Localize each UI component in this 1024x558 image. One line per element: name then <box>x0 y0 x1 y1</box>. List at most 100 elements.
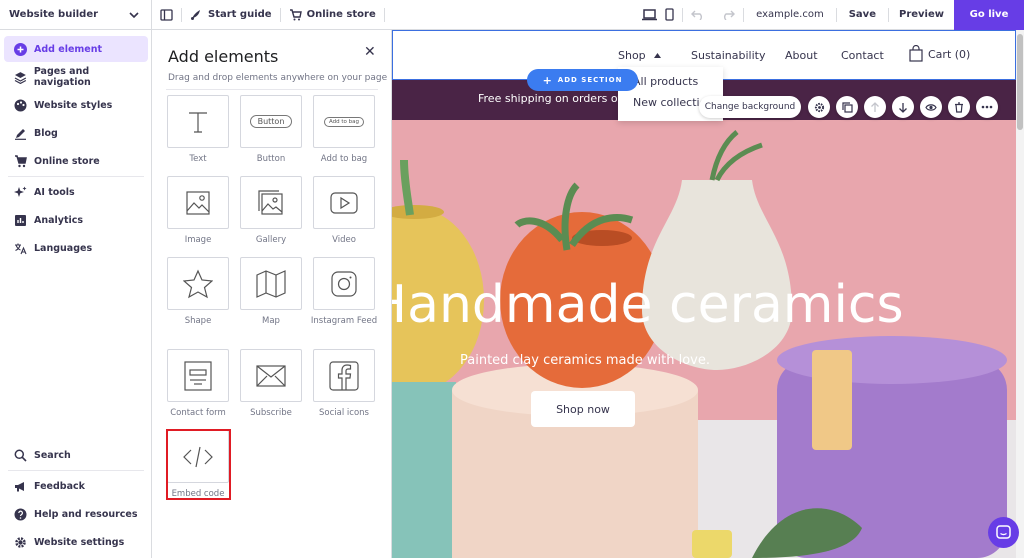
shop-now-button[interactable]: Shop now <box>531 391 635 427</box>
topbar-right: example.com Save Preview Go live <box>634 0 1024 30</box>
chat-icon <box>996 525 1011 539</box>
map-icon <box>256 269 286 298</box>
sidebar-item-website-styles[interactable]: Website styles <box>4 92 148 118</box>
hero-subtitle[interactable]: Painted clay ceramics made with love. <box>460 353 710 368</box>
element-label: Instagram Feed <box>310 316 378 326</box>
sparkle-icon <box>14 186 27 197</box>
domain-label[interactable]: example.com <box>744 0 836 30</box>
chat-support-button[interactable] <box>988 517 1019 548</box>
nav-sustainability[interactable]: Sustainability <box>691 49 765 62</box>
close-icon[interactable]: ✕ <box>364 44 376 60</box>
element-tile-gallery[interactable] <box>240 176 302 229</box>
section-settings-button[interactable] <box>808 96 830 118</box>
element-tile-social-icons[interactable] <box>313 349 375 402</box>
sidebar-item-label: Search <box>34 449 71 461</box>
sidebar-item-settings[interactable]: Website settings <box>4 529 148 555</box>
pen-icon <box>15 128 26 140</box>
star-icon <box>183 269 213 298</box>
preview-button[interactable]: Preview <box>889 0 954 30</box>
text-icon <box>189 111 207 133</box>
trash-icon <box>955 101 963 113</box>
chevron-down-icon <box>129 11 139 18</box>
add-section-label: ADD SECTION <box>557 76 623 84</box>
layers-icon <box>14 71 27 84</box>
sidebar-item-label: AI tools <box>34 186 75 198</box>
sidebar-item-online-store[interactable]: Online store <box>4 148 148 174</box>
desktop-icon <box>642 8 658 20</box>
element-tile-text[interactable] <box>167 95 229 148</box>
start-guide-button[interactable]: Start guide <box>182 0 280 30</box>
more-options-button[interactable] <box>976 96 998 118</box>
add-section-button[interactable]: + ADD SECTION <box>527 69 638 91</box>
element-tile-image[interactable] <box>167 176 229 229</box>
gallery-icon <box>258 189 283 215</box>
sidebar-item-help[interactable]: Help and resources <box>4 501 148 527</box>
move-down-button[interactable] <box>892 96 914 118</box>
plus-circle-icon <box>14 42 27 56</box>
embed-code-highlight <box>166 429 231 500</box>
move-up-button[interactable] <box>864 96 886 118</box>
gear-icon <box>814 102 824 112</box>
redo-button[interactable] <box>713 0 743 30</box>
sidebar-item-feedback[interactable]: Feedback <box>4 473 148 499</box>
nav-cart[interactable]: Cart (0) <box>928 48 970 61</box>
element-label: Video <box>332 235 356 245</box>
delete-section-button[interactable] <box>948 96 970 118</box>
element-tile-video[interactable] <box>313 176 375 229</box>
arrow-up-icon <box>871 101 879 112</box>
redo-icon <box>724 10 736 20</box>
element-tile-instagram[interactable] <box>313 257 375 310</box>
hero-title[interactable]: Handmade ceramics <box>392 275 904 335</box>
canvas-scrollbar[interactable] <box>1016 30 1024 558</box>
online-store-button[interactable]: Online store <box>281 0 384 30</box>
sidebar-item-search[interactable]: Search <box>4 442 148 468</box>
online-store-label: Online store <box>306 9 376 20</box>
sidebar-item-label: Analytics <box>34 214 84 226</box>
dropdown-item-all-products[interactable]: All products <box>633 75 718 88</box>
nav-shop[interactable]: Shop <box>618 49 646 62</box>
element-tile-contact-form[interactable] <box>167 349 229 402</box>
toggle-sidebar-button[interactable] <box>152 0 181 30</box>
sidebar-item-label: Blog <box>34 127 58 139</box>
nav-about[interactable]: About <box>785 49 818 62</box>
sidebar-item-blog[interactable]: Blog <box>4 120 148 146</box>
toggle-visibility-button[interactable] <box>920 96 942 118</box>
sidebar-item-pages[interactable]: Pages and navigation <box>4 64 148 90</box>
nav-contact[interactable]: Contact <box>841 49 884 62</box>
sidebar-item-add-element[interactable]: Add element <box>4 36 148 62</box>
sidebar-item-label: Website styles <box>34 99 113 111</box>
rocket-icon <box>191 10 200 20</box>
hero-section[interactable]: Handmade ceramics Painted clay ceramics … <box>392 120 1016 558</box>
mobile-view-button[interactable] <box>665 0 682 30</box>
save-button[interactable]: Save <box>837 0 888 30</box>
undo-button[interactable] <box>683 0 713 30</box>
sidebar-item-label: Online store <box>34 155 100 167</box>
element-label: Gallery <box>255 235 287 245</box>
sidebar-item-analytics[interactable]: Analytics <box>4 207 148 233</box>
element-tile-subscribe[interactable] <box>240 349 302 402</box>
sidebar-item-label: Website settings <box>34 536 125 548</box>
scrollbar-thumb[interactable] <box>1017 34 1023 130</box>
megaphone-icon <box>15 481 24 491</box>
hero-background-image <box>392 120 1016 558</box>
element-tile-map[interactable] <box>240 257 302 310</box>
change-background-button[interactable]: Change background <box>699 96 801 118</box>
element-label: Shape <box>184 316 212 326</box>
shopping-bag-icon <box>909 45 923 62</box>
sidebar-item-label: Feedback <box>34 480 85 492</box>
element-tile-button[interactable]: Button <box>240 95 302 148</box>
sidebar-item-ai-tools[interactable]: AI tools <box>4 179 148 205</box>
element-label: Subscribe <box>250 408 292 418</box>
sidebar-item-languages[interactable]: Languages <box>4 235 148 261</box>
desktop-view-button[interactable] <box>634 0 665 30</box>
element-tile-shape[interactable] <box>167 257 229 310</box>
element-tile-add-to-bag[interactable]: Add to bag <box>313 95 375 148</box>
element-label: Image <box>184 235 212 245</box>
go-live-button[interactable]: Go live <box>954 0 1024 30</box>
top-bar: Website builder Start guide Online store… <box>0 0 1024 30</box>
element-label: Button <box>256 154 286 164</box>
caret-up-icon <box>654 53 661 58</box>
arrow-down-icon <box>899 102 907 113</box>
duplicate-section-button[interactable] <box>836 96 858 118</box>
website-builder-menu[interactable]: Website builder <box>0 0 152 30</box>
